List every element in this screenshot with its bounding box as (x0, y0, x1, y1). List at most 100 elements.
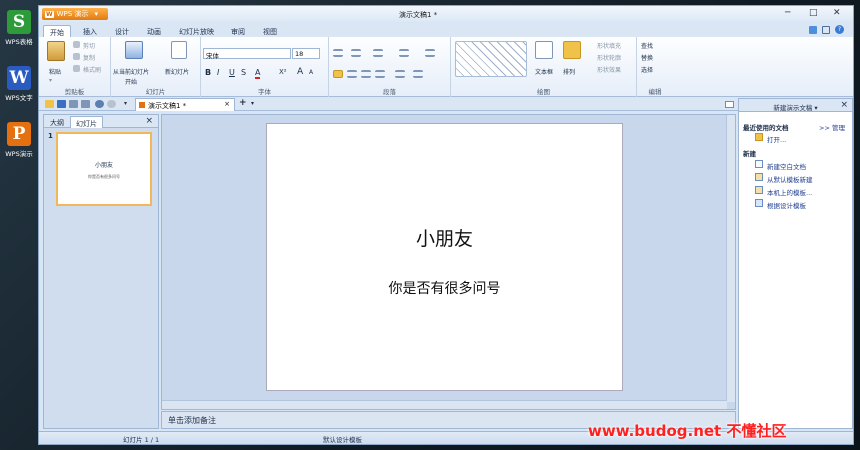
desktop-icon-wps-writer[interactable]: W WPS文字 (3, 66, 35, 102)
open-link[interactable]: 打开... (767, 134, 786, 144)
cut-button[interactable]: 剪切 (83, 41, 95, 50)
print-preview-icon[interactable] (81, 100, 90, 108)
replace-button[interactable]: 替换 (641, 53, 653, 62)
close-button[interactable]: ✕ (833, 9, 841, 18)
numbering-icon[interactable] (351, 49, 361, 57)
desktop-icon-wps-presentation[interactable]: P WPS演示 (3, 122, 35, 158)
close-tab-button[interactable]: × (224, 100, 230, 108)
underline-button[interactable]: U (229, 68, 235, 77)
app-menu-label: WPS 演示 (56, 10, 89, 18)
from-current-slide-button[interactable]: 从当前幻灯片 (113, 67, 149, 76)
superscript-button[interactable]: X² (279, 68, 287, 76)
manage-link[interactable]: >> 管理 (819, 122, 845, 132)
tab-design[interactable]: 设计 (109, 25, 135, 37)
feedback-icon[interactable] (822, 26, 830, 34)
slide-thumbnail-1[interactable]: 小朋友 你是否有很多问号 (56, 132, 152, 206)
open-icon[interactable] (45, 100, 54, 108)
window-title: 演示文稿1 * (399, 11, 438, 19)
wps-presentation-window: W WPS 演示 ▾ 演示文稿1 * ─ □ ✕ 开始 插入 设计 动画 幻灯片放映… (38, 5, 854, 445)
text-align-icon[interactable] (413, 70, 423, 78)
bold-button[interactable]: B (205, 68, 211, 77)
tab-review[interactable]: 审阅 (225, 25, 251, 37)
vertical-scrollbar[interactable] (726, 115, 735, 402)
thumbnail-title: 小朋友 (94, 162, 113, 169)
tab-slides[interactable]: 幻灯片 (70, 116, 103, 128)
tab-list-icon[interactable]: ▾ (251, 100, 254, 107)
find-button[interactable]: 查找 (641, 41, 653, 50)
shape-effect-button[interactable]: 形状效果 (597, 65, 621, 74)
slide-title[interactable]: 小朋友 (267, 224, 622, 251)
chevron-down-icon[interactable]: ▾ (49, 77, 52, 84)
indent-icon[interactable] (373, 49, 383, 57)
group-label: 字体 (258, 88, 271, 96)
tab-outline[interactable]: 大纲 (45, 116, 69, 128)
select-button[interactable]: 选择 (641, 65, 653, 74)
shapes-gallery[interactable] (455, 41, 527, 77)
document-tab[interactable]: 演示文稿1 * × (135, 98, 235, 111)
grow-font-button[interactable]: A (297, 67, 303, 77)
textbox-button[interactable]: 文本框 (535, 67, 553, 76)
shape-fill-button[interactable]: 形状填充 (597, 41, 621, 50)
align-left-icon[interactable] (333, 70, 343, 78)
task-pane-title[interactable]: 新建演示文稿 ▾ (773, 104, 817, 112)
font-size-select[interactable]: 18 (292, 48, 320, 59)
italic-button[interactable]: I (217, 68, 219, 77)
copy-button[interactable]: 复制 (83, 53, 95, 62)
tab-animation[interactable]: 动画 (141, 25, 167, 37)
local-templates-link[interactable]: 本机上的模板... (767, 187, 812, 197)
paste-button[interactable]: 粘贴 (49, 67, 61, 76)
app-menu-button[interactable]: W WPS 演示 ▾ (42, 8, 108, 20)
horizontal-scrollbar[interactable] (162, 400, 727, 409)
shadow-button[interactable]: S (241, 68, 246, 77)
skin-icon[interactable] (809, 26, 817, 34)
tab-view[interactable]: 视图 (257, 25, 283, 37)
text-direction-icon[interactable] (399, 49, 409, 57)
bullets-icon[interactable] (333, 49, 343, 57)
new-from-default-template-link[interactable]: 从默认模板新建 (767, 174, 813, 184)
open-folder-icon (755, 133, 763, 141)
align-center-icon[interactable] (347, 70, 357, 78)
design-template-link[interactable]: 根据设计模板 (767, 200, 806, 210)
tab-slideshow[interactable]: 幻灯片放映 (173, 25, 220, 37)
redo-icon[interactable] (107, 100, 116, 108)
slides-group: 从当前幻灯片 开始 新幻灯片 幻灯片 (111, 37, 201, 97)
wps-logo-icon: W (45, 10, 54, 18)
columns-icon[interactable] (425, 49, 435, 57)
help-icon[interactable]: ? (835, 25, 844, 34)
close-panel-button[interactable]: × (145, 116, 153, 126)
minimize-button[interactable]: ─ (785, 9, 790, 18)
new-blank-link[interactable]: 新建空白文档 (767, 161, 806, 171)
customize-toolbar-icon[interactable]: ▾ (121, 100, 130, 108)
justify-icon[interactable] (375, 70, 385, 78)
drawing-group: 文本框 排列 形状填充 形状轮廓 形状效果 绘图 (451, 37, 637, 97)
align-right-icon[interactable] (361, 70, 371, 78)
close-task-pane-button[interactable]: × (840, 100, 848, 110)
arrange-icon (563, 41, 581, 59)
paste-icon[interactable] (47, 41, 65, 61)
undo-icon[interactable] (95, 100, 104, 108)
save-icon[interactable] (57, 100, 66, 108)
document-tab-label: 演示文稿1 * (148, 102, 187, 110)
task-pane-toggle-icon[interactable] (725, 101, 734, 108)
add-tab-button[interactable]: + (239, 98, 247, 108)
shrink-font-button[interactable]: A (309, 69, 313, 76)
desktop-icon-wps-spreadsheets[interactable]: S WPS表格 (3, 10, 35, 46)
tab-home[interactable]: 开始 (43, 25, 71, 37)
print-icon[interactable] (69, 100, 78, 108)
group-label: 剪贴板 (64, 88, 85, 96)
start-button[interactable]: 开始 (125, 77, 137, 86)
line-spacing-icon[interactable] (395, 70, 405, 78)
slide-counter: 幻灯片 1 / 1 (123, 436, 160, 444)
slide-canvas[interactable]: 小朋友 你是否有很多问号 (266, 123, 623, 391)
tab-insert[interactable]: 插入 (77, 25, 103, 37)
shape-outline-button[interactable]: 形状轮廓 (597, 53, 621, 62)
thumbnail-subtitle: 你是否有很多问号 (88, 174, 120, 179)
new-heading: 新建 (743, 150, 756, 158)
arrange-button[interactable]: 排列 (563, 67, 575, 76)
maximize-button[interactable]: □ (809, 9, 818, 18)
font-color-button[interactable]: A (255, 68, 261, 79)
font-name-select[interactable]: 宋体 (203, 48, 291, 60)
new-slide-button[interactable]: 新幻灯片 (165, 67, 189, 76)
format-painter-button[interactable]: 格式刷 (83, 65, 101, 74)
slide-subtitle[interactable]: 你是否有很多问号 (267, 278, 622, 298)
